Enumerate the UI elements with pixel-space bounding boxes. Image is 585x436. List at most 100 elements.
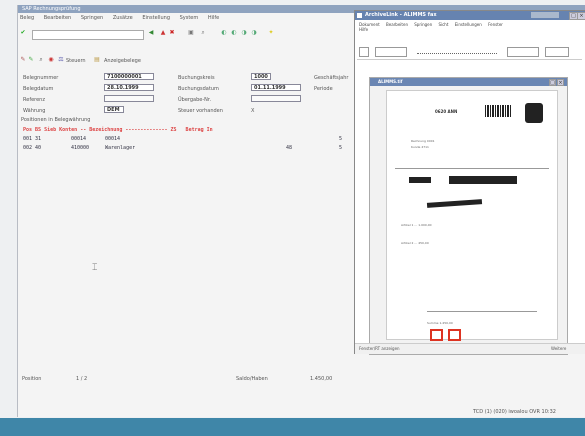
menu-hilfe[interactable]: Hilfe <box>208 15 219 21</box>
buchungsdatum-field[interactable]: 01.11.1999 <box>251 84 301 91</box>
viewer-page-field[interactable] <box>375 47 407 57</box>
belegnummer-label: Belegnummer <box>23 75 59 81</box>
viewer-menu-fenster[interactable]: Fenster <box>488 22 503 27</box>
saldo-label: Saldo/Haben <box>236 376 268 382</box>
positions-label: Positionen in Belegwährung <box>21 117 91 123</box>
row-betrag: 5 <box>339 145 343 151</box>
toolbar-anzeige-label[interactable]: Anzeigebelege <box>104 58 141 64</box>
viewer-menu-einstellungen[interactable]: Einstellungen <box>455 22 482 27</box>
standard-toolbar: ✔ ◀ ▲ ✖ ▣ ⌕ ◐ ◐ ◑ ◑ ✦ <box>18 27 358 41</box>
position-value: 1 / 2 <box>76 376 88 382</box>
tax-icon[interactable]: ⚖ <box>58 57 64 63</box>
row-konto: 00014 <box>71 136 87 142</box>
periode-label: Periode <box>314 86 333 92</box>
viewer-title-accent <box>531 12 559 18</box>
document-titlebar: ALIMMS.tif □ × <box>370 78 567 86</box>
main-window-title: SAP Rechnungsprüfung <box>22 6 81 12</box>
archive-viewer-window: ArchiveLink - ALIMMS fax □ × Dokument Be… <box>354 10 585 355</box>
waehrung-field[interactable]: DEM <box>104 106 124 113</box>
row-zs: 48 <box>286 145 293 151</box>
prev-page-icon[interactable]: ◐ <box>231 30 237 36</box>
exit-icon[interactable]: ▲ <box>160 30 166 36</box>
toolbar-steuern-label[interactable]: Steuern <box>66 58 86 64</box>
doc-rule <box>427 311 537 312</box>
viewer-title: ArchiveLink - ALIMMS fax <box>365 12 437 18</box>
row-pos: 002 40 <box>23 145 42 151</box>
search-icon[interactable]: ⌕ <box>38 57 44 63</box>
viewer-zoom-field-2[interactable] <box>545 47 569 57</box>
menu-beleg[interactable]: Beleg <box>20 15 34 21</box>
print-icon[interactable]: ▣ <box>188 30 194 36</box>
doc-line-3: Artikel 1 ... 1.000,00 <box>401 223 432 227</box>
first-page-icon[interactable]: ◐ <box>221 30 227 36</box>
open-folder-icon[interactable]: ▤ <box>94 57 100 63</box>
referenz-label: Referenz <box>23 97 45 103</box>
uebergabe-field[interactable] <box>251 95 301 102</box>
command-field[interactable] <box>32 30 144 40</box>
belegdatum-label: Belegdatum <box>23 86 54 92</box>
referenz-field[interactable] <box>104 95 154 102</box>
waehrung-label: Währung <box>23 108 46 114</box>
belegdatum-field[interactable]: 28.10.1999 <box>104 84 154 91</box>
buchungskreis-field[interactable]: 1000 <box>251 73 271 80</box>
display-icon[interactable]: ◉ <box>48 57 54 63</box>
menu-system[interactable]: System <box>180 15 199 21</box>
close-button[interactable]: × <box>577 12 585 20</box>
edit-icon[interactable]: ✎ <box>28 57 34 63</box>
viewer-menu-bearbeiten[interactable]: Bearbeiten <box>386 22 408 27</box>
next-page-icon[interactable]: ◑ <box>241 30 247 36</box>
uebergabe-label: Übergabe-Nr. <box>178 97 212 103</box>
redaction-bar <box>426 199 483 208</box>
doc-line-4: Artikel 2 ... 450,00 <box>401 241 429 245</box>
menu-bearbeiten[interactable]: Bearbeiten <box>44 15 71 21</box>
redaction-bar <box>409 177 431 183</box>
steuer-checkbox[interactable]: X <box>251 108 254 114</box>
other-doc-icon[interactable]: ✎ <box>20 57 26 63</box>
viewer-zoom-field[interactable] <box>507 47 539 57</box>
position-label: Position <box>22 376 42 382</box>
viewer-menu-hilfe[interactable]: Hilfe <box>359 27 368 32</box>
table-row[interactable]: 001 31 00014 00014 5 <box>23 136 353 144</box>
table-header: Pos BS Sieb Konten -- Bezeichnung ------… <box>23 127 213 133</box>
check-icon[interactable]: ✔ <box>20 30 26 36</box>
menu-zusaetze[interactable]: Zusätze <box>113 15 133 21</box>
belegnummer-field[interactable]: 7100000001 <box>104 73 154 80</box>
barcode-icon <box>485 105 511 117</box>
document-title: ALIMMS.tif <box>378 79 403 84</box>
doc-close-button[interactable]: × <box>557 79 564 86</box>
menu-springen[interactable]: Springen <box>81 15 103 21</box>
row-betrag: 5 <box>339 136 343 142</box>
next-page-button[interactable] <box>448 329 461 341</box>
viewer-menubar: Dokument Bearbeiten Springen Sicht Einst… <box>359 22 508 32</box>
status-bar: TCD (1) (020) iwoalou OVR 10:32 <box>18 407 585 417</box>
viewer-footer: Fenster/RT anzeigen Weitere <box>355 343 585 354</box>
redaction-bar <box>449 176 517 184</box>
footer-label: Fenster/RT anzeigen <box>359 346 400 351</box>
row-bezeichnung: 00014 <box>105 136 121 142</box>
back-icon[interactable]: ◀ <box>148 30 154 36</box>
geschaeftsjahr-label: Geschäftsjahr <box>314 75 349 81</box>
menu-einstellung[interactable]: Einstellung <box>142 15 170 21</box>
viewer-menu-sicht[interactable]: Sicht <box>438 22 448 27</box>
logo-seal-icon <box>525 103 543 123</box>
viewer-tool-button[interactable] <box>359 47 369 57</box>
cancel-icon[interactable]: ✖ <box>169 30 175 36</box>
system-info: TCD (1) (020) iwoalou OVR 10:32 <box>473 409 556 415</box>
table-row[interactable]: 002 40 410000 Warenlager 48 5 <box>23 145 353 153</box>
row-pos: 001 31 <box>23 136 42 142</box>
taskbar <box>0 418 585 436</box>
steuer-label: Steuer vorhanden <box>178 108 223 114</box>
viewer-titlebar: ArchiveLink - ALIMMS fax □ × <box>355 11 585 20</box>
doc-line-1: Rechnung 0001 <box>411 139 435 143</box>
viewer-menu-springen[interactable]: Springen <box>414 22 432 27</box>
application-toolbar: ✎ ✎ ⌕ ◉ ⚖ Steuern ▤ Anzeigebelege <box>18 57 358 67</box>
doc-line-2: Kunde 4711 <box>411 145 429 149</box>
invoice-page: 0620 ANN Rechnung 0001 Kunde 4711 Artike… <box>386 90 558 340</box>
help-icon[interactable]: ✦ <box>268 30 274 36</box>
footer-button[interactable]: Weitere <box>551 346 566 351</box>
find-icon[interactable]: ⌕ <box>200 30 206 36</box>
doc-maximize-button[interactable]: □ <box>549 79 556 86</box>
last-page-icon[interactable]: ◑ <box>251 30 257 36</box>
prev-page-button[interactable] <box>430 329 443 341</box>
document-subwindow: ALIMMS.tif □ × 0620 ANN Rechnung 0001 Ku… <box>369 77 568 355</box>
